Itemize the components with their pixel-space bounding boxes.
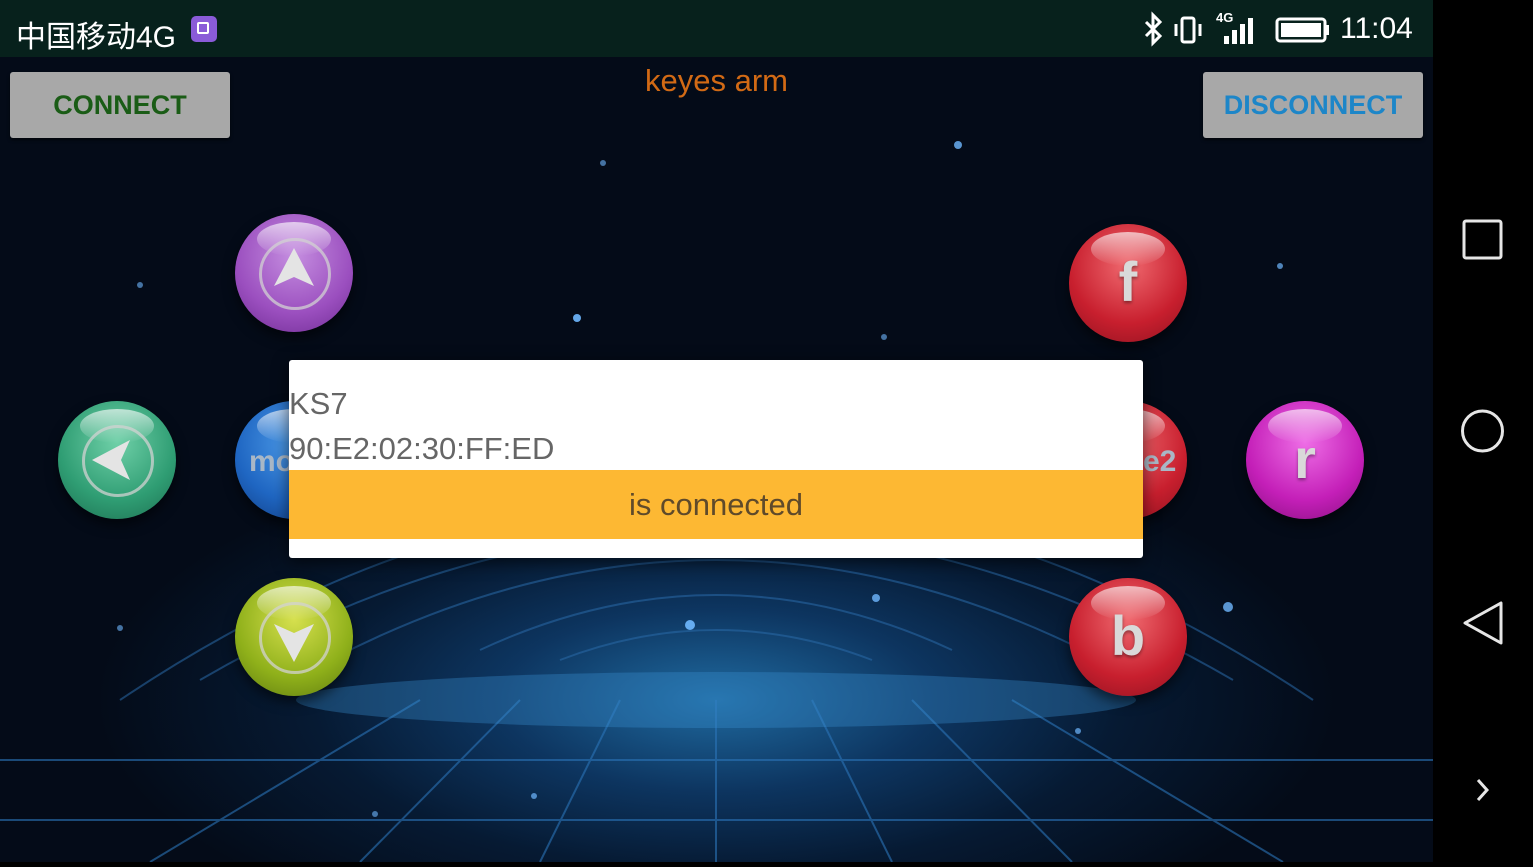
r-button[interactable]: r <box>1246 401 1364 519</box>
app-screen: 中国移动4G 4G 11:04 CONNECT keyes arm DISCON… <box>0 0 1433 862</box>
r-button-label: r <box>1294 426 1316 490</box>
arrow-down-icon <box>274 624 314 662</box>
home-icon[interactable] <box>1461 409 1504 453</box>
carrier-label: 中国移动4G <box>16 21 177 54</box>
network-type-label: 4G <box>1216 10 1233 25</box>
recent-apps-icon[interactable] <box>1462 219 1503 260</box>
arrow-up-icon <box>274 248 314 286</box>
status-bar: 中国移动4G 4G 11:04 <box>0 0 1433 57</box>
arrow-left-icon <box>92 440 130 480</box>
clock: 11:04 <box>1340 12 1413 45</box>
mode-button-label: mo <box>249 445 294 478</box>
up-button[interactable] <box>235 214 353 332</box>
down-button[interactable] <box>235 578 353 696</box>
navigation-bar <box>1433 0 1533 862</box>
status-toast: is connected <box>289 470 1143 539</box>
f-button[interactable]: f <box>1069 224 1187 342</box>
status-icons: 4G <box>1144 10 1329 47</box>
back-icon[interactable] <box>1463 601 1503 645</box>
battery-icon <box>1275 17 1329 43</box>
nav-icons <box>1461 219 1504 802</box>
connection-dialog: KS7 90:E2:02:30:FF:ED is connected <box>289 360 1143 558</box>
status-text: is connected <box>628 486 804 522</box>
f-button-label: f <box>1118 249 1138 313</box>
disconnect-button[interactable]: DISCONNECT <box>1203 72 1423 138</box>
device-address: 90:E2:02:30:FF:ED <box>289 431 555 466</box>
bluetooth-icon <box>1144 11 1163 47</box>
device-name: KS7 <box>289 386 348 421</box>
gallery-notification-icon <box>191 16 217 42</box>
left-button[interactable] <box>58 401 176 519</box>
chevron-right-icon[interactable] <box>1476 778 1490 802</box>
b-button[interactable]: b <box>1069 578 1187 696</box>
e2-button-label: e2 <box>1143 445 1177 478</box>
b-button-label: b <box>1110 603 1146 667</box>
vibrate-icon <box>1174 16 1202 44</box>
